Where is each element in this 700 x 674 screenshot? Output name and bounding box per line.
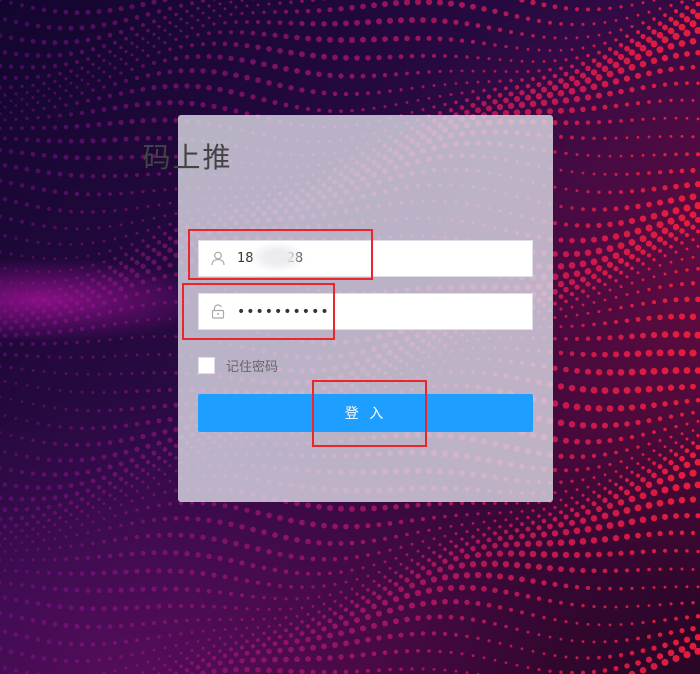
remember-password[interactable]: 记住密码 <box>198 356 278 375</box>
user-icon <box>199 241 237 276</box>
redaction-blur <box>250 242 305 272</box>
login-button[interactable]: 登 入 <box>198 394 533 432</box>
password-input[interactable]: •••••••••• <box>237 297 532 327</box>
remember-checkbox[interactable] <box>198 357 215 374</box>
lock-icon <box>199 294 237 329</box>
remember-label: 记住密码 <box>226 360 279 375</box>
app-title: 码上推 <box>142 141 233 174</box>
password-field[interactable]: •••••••••• <box>198 293 533 330</box>
username-field[interactable] <box>198 240 533 277</box>
